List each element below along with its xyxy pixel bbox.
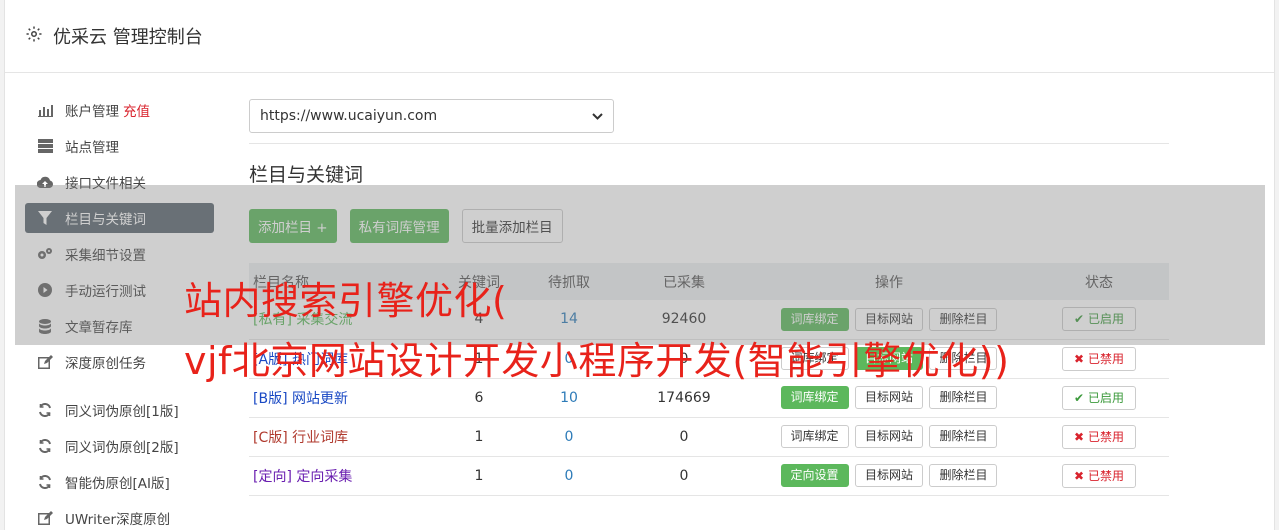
- sidebar-item-label: 同义词伪原创[1版]: [65, 404, 179, 420]
- bar-chart-icon: [37, 102, 53, 118]
- target-site-button[interactable]: 目标网站: [854, 464, 923, 487]
- target-site-button[interactable]: 目标网站: [854, 425, 923, 448]
- status-cell: ✔ 已启用: [1029, 378, 1169, 418]
- delete-column-button[interactable]: 删除栏目: [929, 425, 998, 448]
- edit-icon: [37, 354, 53, 370]
- operations-cell: 词库绑定 目标网站 删除栏目: [749, 417, 1029, 457]
- status-cell: ✖ 已禁用: [1029, 456, 1169, 496]
- status-badge[interactable]: ✖ 已禁用: [1062, 346, 1136, 371]
- edit-icon: [37, 510, 53, 526]
- close-icon: ✖: [1074, 468, 1085, 483]
- refresh-icon: [37, 402, 53, 418]
- operations-cell: 定向设置 目标网站 删除栏目: [749, 456, 1029, 496]
- collected-count: 0: [619, 456, 749, 496]
- status-badge[interactable]: ✖ 已禁用: [1062, 424, 1136, 449]
- app-title: 优采云 管理控制台: [53, 27, 203, 48]
- chevron-down-icon: [592, 108, 603, 124]
- sidebar-item-label: 站点管理: [65, 140, 119, 156]
- sidebar-item-account[interactable]: 账户管理 充值: [25, 95, 214, 125]
- section-title: 栏目与关键词: [249, 164, 364, 186]
- divider: [249, 143, 1169, 144]
- column-name[interactable]: [C版] 行业词库: [249, 417, 439, 457]
- site-select-value: https://www.ucaiyun.com: [260, 108, 438, 124]
- close-icon: ✖: [1074, 351, 1085, 366]
- server-icon: [37, 138, 53, 154]
- status-badge[interactable]: ✖ 已禁用: [1062, 463, 1136, 488]
- collected-count: 0: [619, 417, 749, 457]
- gear-icon[interactable]: [25, 25, 43, 47]
- keyword-count: 1: [439, 456, 519, 496]
- recharge-link[interactable]: 充值: [123, 100, 150, 120]
- sidebar-item-label: UWriter深度原创: [65, 512, 171, 528]
- sidebar-item-label: 同义词伪原创[2版]: [65, 440, 179, 456]
- delete-column-button[interactable]: 删除栏目: [929, 386, 998, 409]
- refresh-icon: [37, 438, 53, 454]
- bind-lexicon-button[interactable]: 词库绑定: [780, 386, 849, 409]
- delete-column-button[interactable]: 删除栏目: [929, 464, 998, 487]
- site-select[interactable]: https://www.ucaiyun.com: [249, 99, 614, 133]
- sidebar-item-synonym-v1[interactable]: 同义词伪原创[1版]: [25, 395, 214, 425]
- pending-count[interactable]: 0: [519, 456, 619, 496]
- close-icon: ✖: [1074, 429, 1085, 444]
- sidebar-item-ai-rewrite[interactable]: 智能伪原创[AI版]: [25, 467, 214, 497]
- sidebar-item-uwriter[interactable]: UWriter深度原创: [25, 503, 214, 530]
- watermark-text-line1: 站内搜索引擎优化(: [184, 279, 508, 323]
- table-row: [定向] 定向采集 1 0 0 定向设置 目标网站 删除栏目 ✖ 已禁用: [249, 456, 1169, 496]
- status-badge[interactable]: ✔ 已启用: [1062, 385, 1136, 410]
- keyword-count: 1: [439, 417, 519, 457]
- sidebar-item-sites[interactable]: 站点管理: [25, 131, 214, 161]
- sidebar-item-label: 账户管理: [65, 104, 119, 120]
- table-row: [C版] 行业词库 1 0 0 词库绑定 目标网站 删除栏目 ✖ 已禁用: [249, 417, 1169, 457]
- sidebar-item-label: 智能伪原创[AI版]: [65, 476, 170, 492]
- bind-lexicon-button[interactable]: 词库绑定: [780, 425, 849, 448]
- refresh-icon: [37, 474, 53, 490]
- column-name[interactable]: [定向] 定向采集: [249, 456, 439, 496]
- check-icon: ✔: [1074, 390, 1085, 405]
- target-site-button[interactable]: 目标网站: [854, 386, 923, 409]
- app-header: 优采云 管理控制台: [5, 0, 1274, 73]
- directed-settings-button[interactable]: 定向设置: [780, 464, 849, 487]
- sidebar-item-label: 深度原创任务: [65, 356, 146, 372]
- watermark-text-line2: vjf北京网站设计开发小程序开发(智能引擎优化)): [184, 339, 1010, 383]
- status-cell: ✖ 已禁用: [1029, 417, 1169, 457]
- pending-count[interactable]: 0: [519, 417, 619, 457]
- sidebar-item-synonym-v2[interactable]: 同义词伪原创[2版]: [25, 431, 214, 461]
